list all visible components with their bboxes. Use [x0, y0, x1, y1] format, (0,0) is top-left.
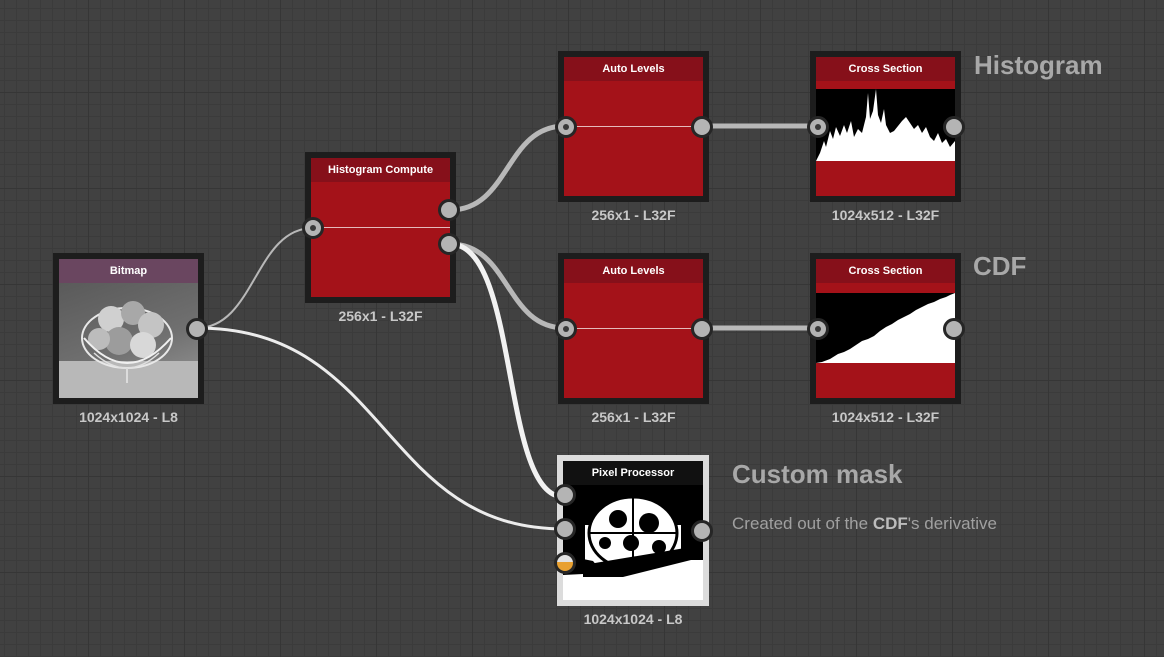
comment-custom-mask: Custom mask	[732, 459, 903, 489]
cross-section-bottom-info: 1024x512 - L32F	[831, 409, 940, 425]
node-title: Auto Levels	[564, 259, 703, 283]
node-title: Auto Levels	[564, 57, 703, 81]
auto-levels-top-info: 256x1 - L32F	[591, 207, 676, 223]
bitmap-info: 1024x1024 - L8	[79, 409, 178, 425]
pixel-processor-mask-port-icon[interactable]	[554, 552, 576, 574]
auto-levels-top-input-port[interactable]	[555, 116, 577, 138]
histogram-compute-input-port[interactable]	[302, 217, 324, 239]
pixel-processor-node[interactable]: Pixel Processor	[554, 455, 713, 606]
cross-section-node-top[interactable]: Cross Section	[807, 51, 965, 202]
auto-levels-bottom-input-port[interactable]	[555, 318, 577, 340]
node-title: Bitmap	[59, 259, 198, 283]
auto-levels-node-top[interactable]: Auto Levels	[555, 51, 713, 202]
wire-cdf-to-auto-levels-bottom	[449, 241, 566, 331]
cross-section-top-output-port[interactable]	[943, 116, 965, 138]
node-preview	[311, 182, 450, 297]
pixel-processor-output-port[interactable]	[691, 520, 713, 542]
cdf-output-port[interactable]	[438, 233, 460, 255]
pixel-processor-input-port-2[interactable]	[554, 518, 576, 540]
comment-histogram: Histogram	[974, 50, 1103, 80]
custom-mask-image	[563, 485, 703, 600]
node-title: Cross Section	[816, 259, 955, 283]
auto-levels-node-bottom[interactable]: Auto Levels	[555, 253, 713, 404]
cross-section-bottom-input-port[interactable]	[807, 318, 829, 340]
fruit-bowl-image	[59, 301, 198, 398]
cross-section-bottom-output-port[interactable]	[943, 318, 965, 340]
cross-section-node-bottom[interactable]: Cross Section	[807, 253, 965, 404]
bitmap-node[interactable]: Bitmap	[53, 253, 208, 404]
node-title: Histogram Compute	[311, 158, 450, 182]
description-text-post: 's derivative	[907, 514, 998, 533]
auto-levels-bottom-info: 256x1 - L32F	[591, 409, 676, 425]
histogram-preview	[816, 81, 955, 196]
auto-levels-top-output-port[interactable]	[691, 116, 713, 138]
description-text-pre: Created out of the	[732, 514, 873, 533]
histogram-compute-node[interactable]: Histogram Compute	[302, 152, 460, 303]
histogram-curve	[816, 89, 955, 161]
node-preview	[564, 81, 703, 196]
description-text-bold: CDF	[872, 514, 908, 533]
node-title: Pixel Processor	[563, 461, 703, 485]
wire-bitmap-to-histogram-compute	[196, 227, 314, 329]
cross-section-top-input-port[interactable]	[807, 116, 829, 138]
pixel-processor-info: 1024x1024 - L8	[583, 611, 683, 627]
bitmap-output-port[interactable]	[186, 318, 208, 340]
cdf-curve	[816, 293, 955, 363]
cross-section-top-info: 1024x512 - L32F	[831, 207, 940, 223]
wire-histogram-to-auto-levels-top	[449, 123, 566, 213]
node-preview	[564, 283, 703, 398]
cdf-preview	[816, 283, 955, 398]
comment-custom-mask-description: Created out of the CDF's derivative	[732, 514, 997, 534]
comment-cdf: CDF	[973, 251, 1027, 281]
pixel-processor-input-port-1[interactable]	[554, 484, 576, 506]
mask-preview	[563, 485, 703, 600]
histogram-output-port[interactable]	[438, 199, 460, 221]
node-title: Cross Section	[816, 57, 955, 81]
bitmap-thumbnail	[59, 283, 198, 398]
histogram-compute-info: 256x1 - L32F	[338, 308, 423, 324]
auto-levels-bottom-output-port[interactable]	[691, 318, 713, 340]
